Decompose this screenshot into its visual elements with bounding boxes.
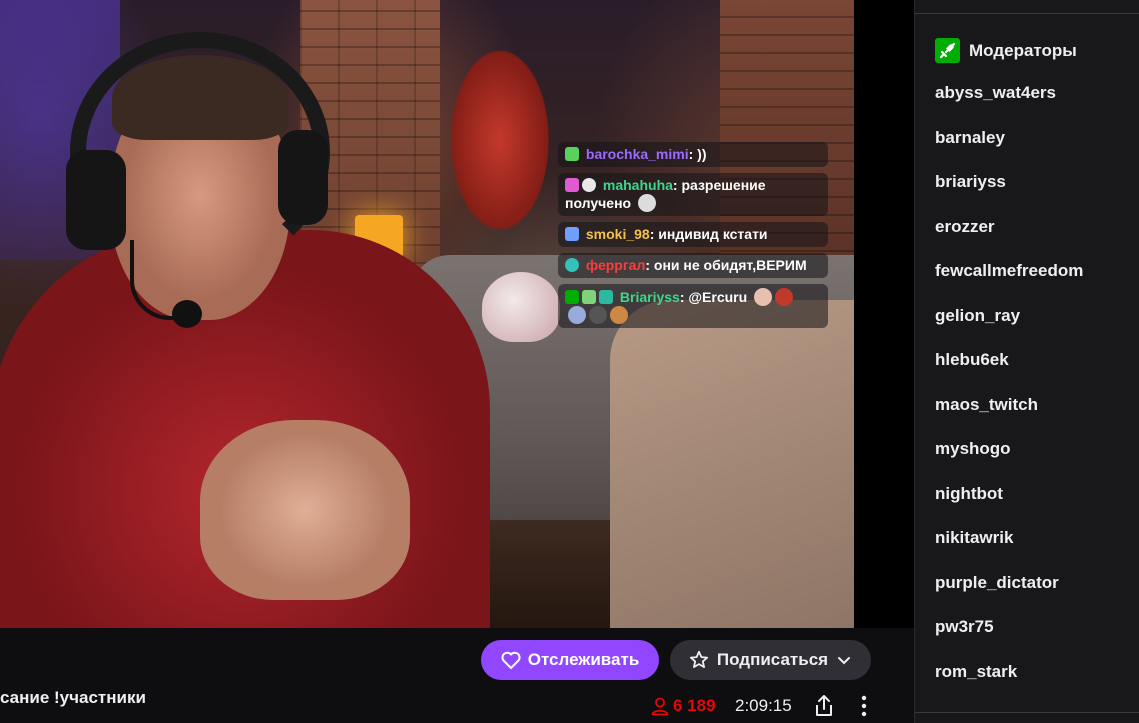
moderators-title: Модераторы bbox=[969, 40, 1077, 60]
moderator-item[interactable]: rom_stark bbox=[935, 661, 1083, 706]
moderators-header: Модераторы bbox=[935, 38, 1077, 63]
chat-badge-icon bbox=[565, 258, 579, 272]
follow-button[interactable]: Отслеживать bbox=[481, 640, 659, 680]
video-letterbox bbox=[854, 0, 914, 628]
mod-badge-icon bbox=[565, 290, 579, 304]
headphone-cup-right bbox=[278, 130, 328, 225]
overlay-chat-message: mahahuha: разрешение получено bbox=[558, 173, 828, 216]
chat-badge-icon bbox=[565, 147, 579, 161]
divider bbox=[915, 13, 1139, 14]
microphone bbox=[172, 300, 202, 328]
chat-badge-icon bbox=[565, 178, 579, 192]
viewer-count: 6 189 bbox=[650, 696, 716, 716]
moderator-item[interactable]: maos_twitch bbox=[935, 394, 1083, 439]
divider bbox=[915, 712, 1139, 713]
chat-username: Briariyss bbox=[619, 289, 680, 305]
overlay-chat-message: Briariyss: @Ercuru bbox=[558, 284, 828, 328]
overlay-chat-message: barochka_mimi: )) bbox=[558, 142, 828, 167]
emote-icon bbox=[589, 306, 607, 324]
chat-text: : @Ercuru bbox=[679, 289, 748, 305]
sword-icon bbox=[935, 38, 960, 63]
emote-icon bbox=[568, 306, 586, 324]
moderator-item[interactable]: pw3r75 bbox=[935, 616, 1083, 661]
headphone-cup-left bbox=[66, 150, 126, 250]
chat-badge-icon bbox=[565, 227, 579, 241]
video-player[interactable]: barochka_mimi: )) mahahuha: разрешение п… bbox=[0, 0, 854, 628]
moderator-item[interactable]: abyss_wat4ers bbox=[935, 82, 1083, 127]
moderator-item[interactable]: nikitawrik bbox=[935, 527, 1083, 572]
chat-username: barochka_mimi bbox=[585, 146, 689, 162]
viewer-count-value: 6 189 bbox=[673, 696, 716, 715]
stream-title: сание !участники bbox=[0, 688, 146, 707]
emote-icon bbox=[775, 288, 794, 306]
moderator-item[interactable]: purple_dictator bbox=[935, 572, 1083, 617]
moderator-item[interactable]: fewcallmefreedom bbox=[935, 260, 1083, 305]
more-options-icon[interactable] bbox=[854, 694, 874, 718]
subscribe-button[interactable]: Подписаться bbox=[670, 640, 871, 680]
moderators-list: abyss_wat4ers barnaley briariyss erozzer… bbox=[935, 82, 1083, 705]
follow-label: Отслеживать bbox=[527, 650, 640, 669]
chat-username: ферргал bbox=[585, 257, 646, 273]
overlay-chat-message: ферргал: они не обидят,ВЕРИМ bbox=[558, 253, 828, 278]
star-icon bbox=[689, 650, 709, 668]
overlay-chat: barochka_mimi: )) mahahuha: разрешение п… bbox=[558, 142, 828, 334]
moderator-item[interactable]: nightbot bbox=[935, 483, 1083, 528]
heart-pillow bbox=[482, 272, 560, 342]
chat-username: mahahuha bbox=[602, 177, 673, 193]
heart-icon bbox=[501, 651, 521, 669]
stream-info-bar: Отслеживать Подписаться сание !участники… bbox=[0, 628, 914, 723]
moderator-item[interactable]: myshogo bbox=[935, 438, 1083, 483]
chat-text: : они не обидят,ВЕРИМ bbox=[645, 257, 807, 273]
emote-icon bbox=[754, 288, 773, 306]
chat-badge-icon bbox=[582, 178, 596, 192]
user-icon bbox=[651, 697, 669, 716]
background-blanket bbox=[610, 300, 854, 628]
viewer-list-panel: Модераторы abyss_wat4ers barnaley briari… bbox=[914, 0, 1139, 723]
overlay-chat-message: smoki_98: индивид кстати bbox=[558, 222, 828, 247]
chat-text: : )) bbox=[688, 146, 707, 162]
background-figure bbox=[440, 30, 560, 250]
moderator-item[interactable]: briariyss bbox=[935, 171, 1083, 216]
subscribe-label: Подписаться bbox=[716, 650, 829, 669]
streamer-hands bbox=[200, 420, 410, 600]
moderator-item[interactable]: gelion_ray bbox=[935, 305, 1083, 350]
share-icon[interactable] bbox=[813, 694, 835, 718]
moderator-item[interactable]: erozzer bbox=[935, 216, 1083, 261]
moderator-item[interactable]: hlebu6ek bbox=[935, 349, 1083, 394]
emote-icon bbox=[610, 306, 628, 324]
chevron-down-icon bbox=[838, 657, 851, 665]
chat-username: smoki_98 bbox=[585, 226, 650, 242]
chat-badge-icon bbox=[582, 290, 596, 304]
stream-uptime: 2:09:15 bbox=[735, 696, 792, 715]
moderator-item[interactable]: barnaley bbox=[935, 127, 1083, 172]
chat-badge-icon bbox=[599, 290, 613, 304]
chat-text: : индивид кстати bbox=[649, 226, 768, 242]
emote-icon bbox=[637, 194, 656, 212]
